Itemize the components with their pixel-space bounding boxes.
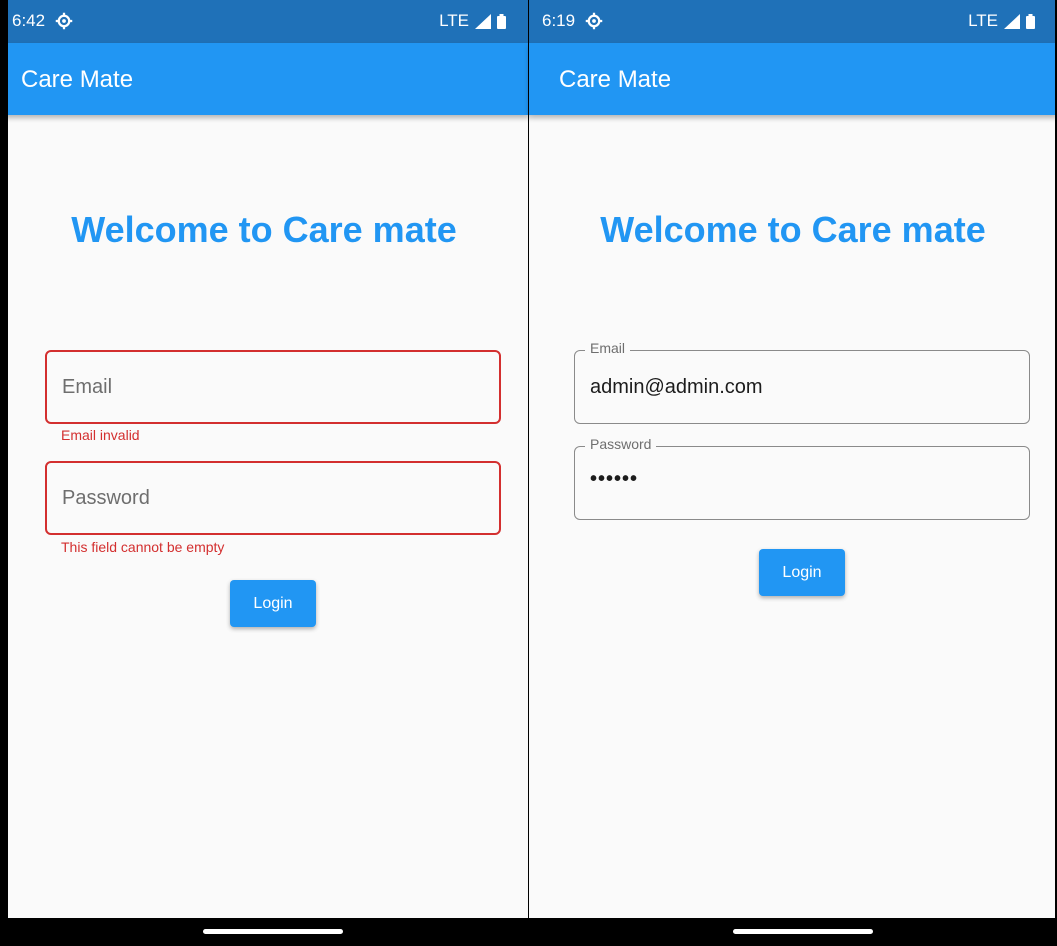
signal-icon	[1004, 13, 1020, 29]
settings-gear-icon	[55, 12, 73, 30]
home-indicator[interactable]	[203, 929, 343, 934]
login-form-container: Welcome to Care mate Email Email invalid…	[0, 115, 528, 918]
email-placeholder: Email	[62, 376, 113, 398]
email-field[interactable]: Email admin@admin.com	[574, 340, 1030, 424]
email-label: Email	[585, 340, 631, 356]
login-form-container: Welcome to Care mate Email admin@admin.c…	[529, 115, 1057, 918]
password-label: Password	[585, 436, 657, 452]
email-value: admin@admin.com	[590, 376, 763, 398]
status-bar: 6:42 LTE	[0, 0, 528, 43]
network-label: LTE	[439, 11, 469, 30]
app-title: Care Mate	[559, 66, 672, 93]
navigation-bar	[529, 918, 1057, 946]
phone-screen-right: 6:19 LTE Care Mate Welcome to Care mate …	[529, 0, 1057, 946]
signal-icon	[475, 13, 491, 29]
email-field[interactable]: Email	[45, 350, 501, 424]
password-field[interactable]: Password	[45, 461, 501, 535]
app-bar: Care Mate	[0, 43, 528, 115]
network-label: LTE	[968, 11, 998, 30]
phone-screen-left: 6:42 LTE Care Mate Welcome to Care mate …	[0, 0, 528, 946]
battery-icon	[497, 13, 506, 29]
welcome-heading: Welcome to Care mate	[71, 209, 457, 250]
status-time: 6:19	[542, 11, 576, 30]
password-error-message: This field cannot be empty	[61, 539, 225, 555]
login-button[interactable]: Login	[230, 580, 316, 627]
home-indicator[interactable]	[733, 929, 873, 934]
login-button[interactable]: Login	[759, 549, 845, 596]
status-time: 6:42	[12, 11, 46, 30]
welcome-heading: Welcome to Care mate	[600, 209, 986, 250]
password-field[interactable]: Password ••••••	[574, 436, 1030, 520]
status-bar: 6:19 LTE	[529, 0, 1057, 43]
settings-gear-icon	[585, 12, 603, 30]
password-value: ••••••	[590, 468, 639, 490]
app-title: Care Mate	[21, 66, 134, 93]
navigation-bar	[0, 918, 528, 946]
app-bar: Care Mate	[529, 43, 1057, 115]
status-indicators: LTE	[968, 11, 1035, 31]
email-error-message: Email invalid	[61, 427, 140, 443]
password-placeholder: Password	[62, 487, 150, 509]
battery-icon	[1026, 13, 1035, 29]
status-indicators: LTE	[439, 11, 506, 31]
screen-edge	[0, 0, 8, 918]
